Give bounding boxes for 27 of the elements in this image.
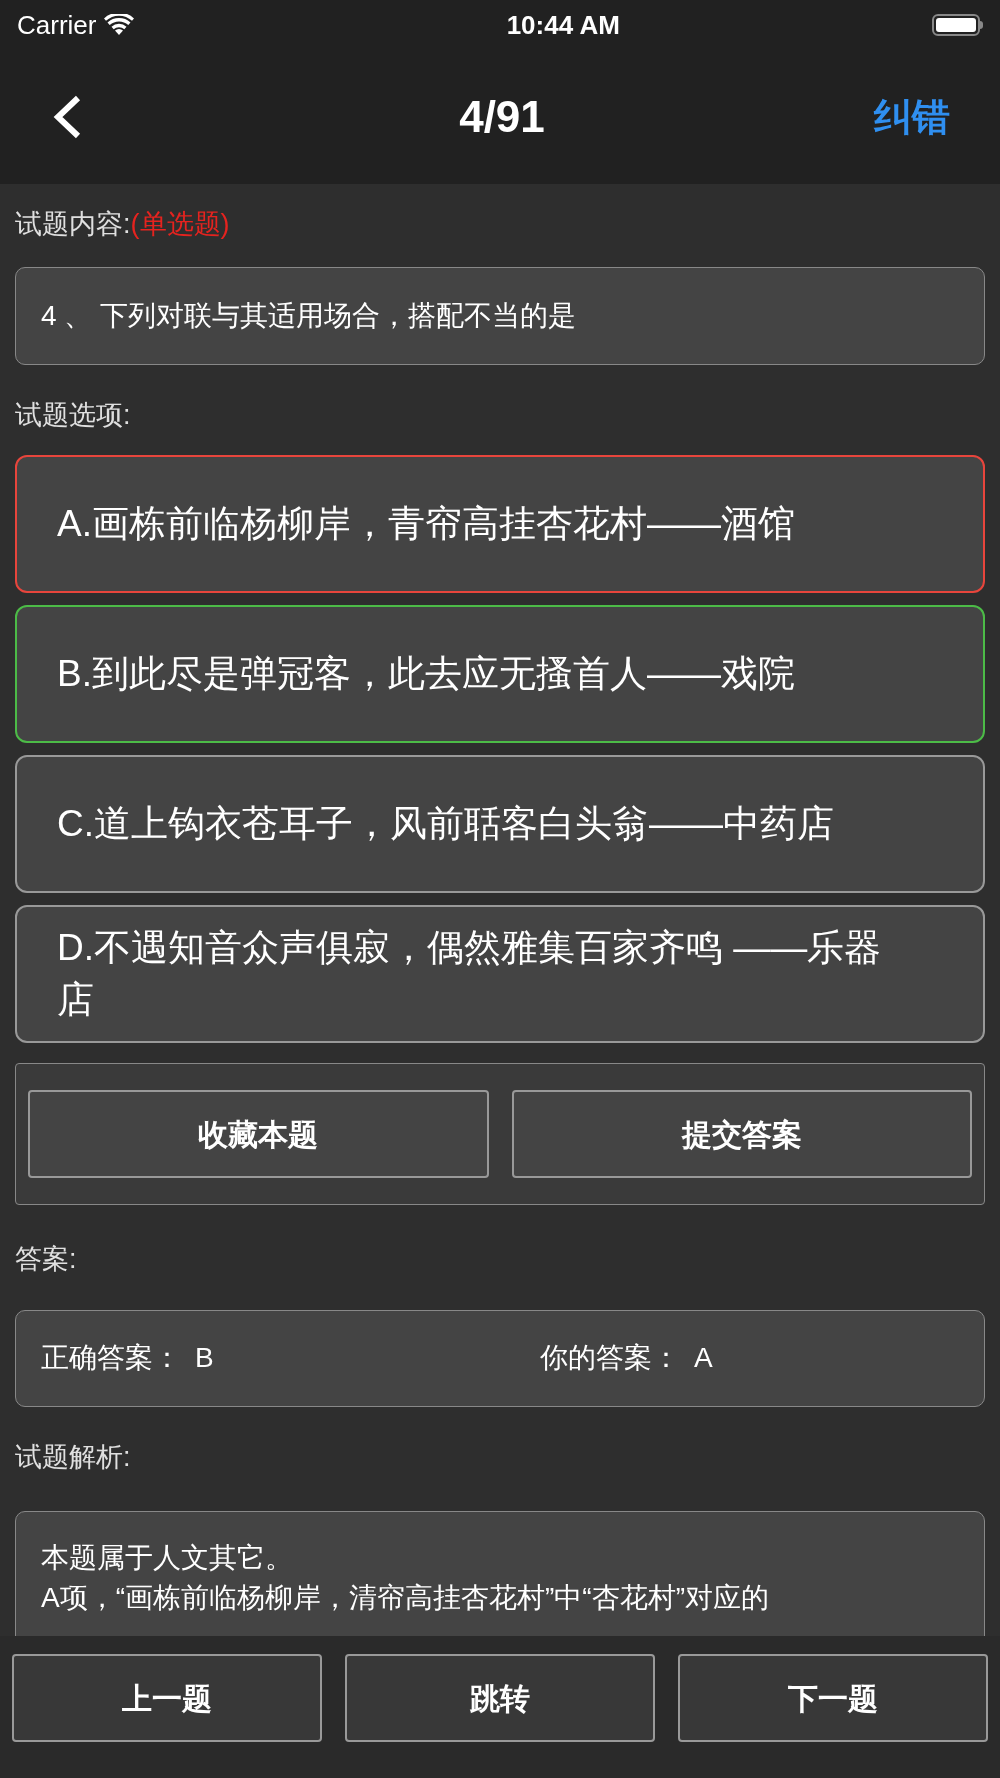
nav-button[interactable]: 跳转 <box>345 1654 655 1742</box>
action-button[interactable]: 收藏本题 <box>28 1090 489 1178</box>
time-text: 10:44 AM <box>506 8 620 42</box>
nav-button[interactable]: 上一题 <box>12 1654 322 1742</box>
option-button[interactable]: A.画栋前临杨柳岸，青帘高挂杏花村——酒馆 <box>15 455 985 593</box>
wifi-icon <box>104 14 135 36</box>
section-label: 试题选项: <box>15 398 132 432</box>
your-answer-value: A <box>694 1341 713 1375</box>
your-answer-label: 你的答案： <box>540 1341 680 1375</box>
correct-answer-value: B <box>195 1341 214 1375</box>
action-button[interactable]: 提交答案 <box>511 1090 972 1178</box>
report-error-button[interactable]: 纠错 <box>874 88 950 146</box>
option-button[interactable]: D.不遇知音众声俱寂，偶然雅集百家齐鸣 ——乐器店 <box>15 905 985 1043</box>
option-button[interactable]: C.道上钩衣苍耳子，风前聒客白头翁——中药店 <box>15 755 985 893</box>
section-label: 试题解析: <box>15 1440 132 1474</box>
question-type-label: (单选题) <box>130 208 230 241</box>
correct-answer-label: 正确答案： <box>41 1341 181 1375</box>
analysis-text: 本题属于人文其它。 <box>41 1541 294 1575</box>
question-text: 4 、 下列对联与其适用场合，搭配不当的是 <box>15 266 985 365</box>
carrier-text: Carrier <box>17 8 97 42</box>
section-label: 答案: <box>15 1243 78 1276</box>
battery-icon <box>932 14 983 36</box>
section-label: 试题内容: <box>15 208 131 241</box>
nav-title: 4/91 <box>459 91 545 143</box>
option-button[interactable]: B.到此尽是弹冠客，此去应无搔首人——戏院 <box>15 605 985 743</box>
analysis-text: A项，“画栋前临杨柳岸，清帘高挂杏花村”中“杏花村”对应的 <box>41 1581 770 1615</box>
nav-button[interactable]: 下一题 <box>678 1654 988 1742</box>
